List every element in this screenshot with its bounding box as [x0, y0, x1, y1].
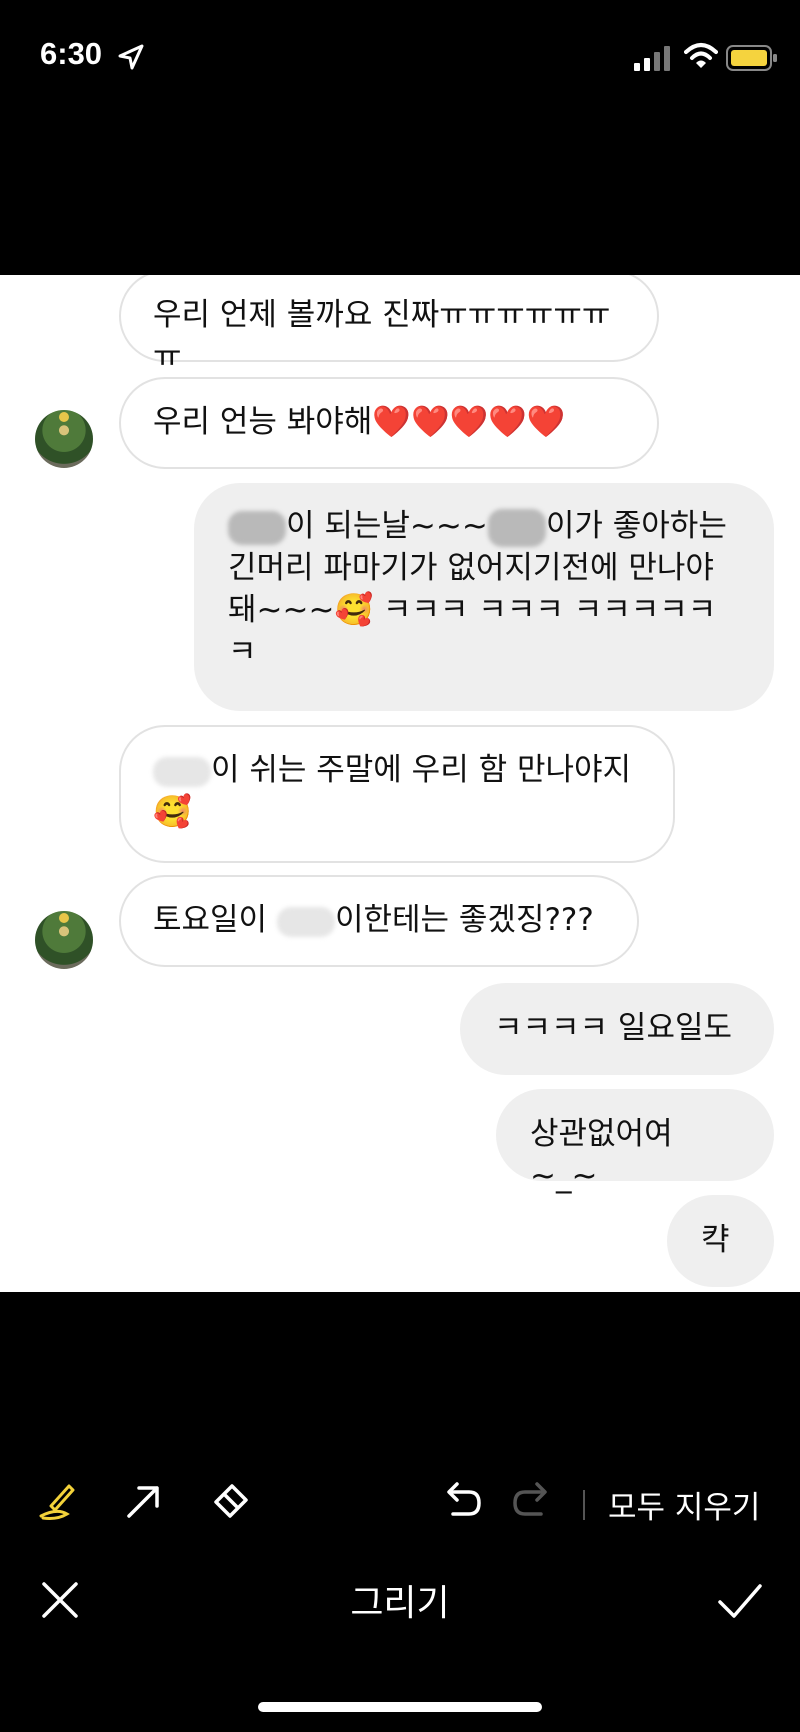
message-line: ㅋ	[228, 634, 257, 670]
avatar	[35, 410, 93, 468]
checkmark-icon[interactable]	[716, 1578, 764, 1622]
redacted-name	[228, 510, 286, 545]
wifi-icon	[684, 43, 718, 68]
redacted-name	[153, 756, 211, 787]
message-text: 캭	[701, 1222, 730, 1258]
message-line: 토요일이 이한테는 좋겠징???	[153, 899, 605, 941]
message-line: 돼~~~🥰 ㅋㅋㅋ ㅋㅋㅋ ㅋㅋㅋㅋㅋ	[228, 592, 717, 628]
message-line: 이 되는날~~~ 이가 좋아하는	[228, 505, 742, 547]
message-bubble: 토요일이 이한테는 좋겠징???	[119, 875, 639, 967]
eraser-tool-button[interactable]	[205, 1470, 255, 1530]
message-bubble: 우리 언제 볼까요 진짜ㅠㅠㅠㅠㅠㅠㅠ	[119, 275, 659, 375]
avatar	[35, 911, 93, 969]
message-text-part: 이 되는날~~~	[286, 508, 488, 544]
eraser-icon	[214, 1484, 248, 1518]
location-arrow-icon	[118, 44, 144, 70]
status-bar: 6:30	[0, 0, 800, 110]
message-text: 상관없어여~_~	[530, 1116, 673, 1194]
message-bubble: ㅋㅋㅋㅋ 일요일도	[460, 983, 774, 1075]
message-bubble: 캭	[667, 1195, 774, 1287]
message-line: 이 쉬는 주말에 우리 함 만나야지	[153, 749, 641, 791]
arrow-icon	[127, 1486, 159, 1518]
pen-tool-button[interactable]	[34, 1470, 84, 1530]
chat-screenshot[interactable]: 우리 언제 볼까요 진짜ㅠㅠㅠㅠㅠㅠㅠ 우리 언능 봐야해❤️❤️❤️❤️❤️ …	[0, 275, 800, 1292]
mode-title: 그리기	[350, 1583, 450, 1624]
cellular-signal-icon	[634, 46, 670, 71]
clear-all-button[interactable]: 모두 지우기	[608, 1482, 760, 1527]
message-line: 긴머리 파마기가 없어지기전에 만나야	[228, 550, 714, 586]
message-line: 🥰	[153, 794, 192, 830]
message-bubble: 이 되는날~~~ 이가 좋아하는 긴머리 파마기가 없어지기전에 만나야 돼~~~…	[194, 483, 774, 711]
message-bubble: 이 쉬는 주말에 우리 함 만나야지 🥰	[119, 725, 675, 863]
redo-icon	[513, 1482, 547, 1516]
message-text: ㅋㅋㅋㅋ 일요일도	[494, 1010, 733, 1046]
redo-button[interactable]	[508, 1470, 558, 1530]
redacted-name	[276, 906, 335, 937]
pen-icon	[39, 1484, 75, 1520]
toolbar-divider	[583, 1490, 585, 1520]
message-text-part: 이한테는 좋겠징???	[334, 902, 594, 938]
home-indicator	[258, 1702, 542, 1712]
message-text-part: 이가 좋아하는	[545, 508, 727, 544]
undo-button[interactable]	[436, 1470, 486, 1530]
status-time: 6:30	[40, 36, 103, 71]
redacted-name	[487, 508, 546, 547]
message-bubble: 우리 언능 봐야해❤️❤️❤️❤️❤️	[119, 377, 659, 469]
arrow-tool-button[interactable]	[118, 1470, 168, 1530]
message-text: 우리 언능 봐야해❤️❤️❤️❤️❤️	[153, 404, 566, 440]
battery-icon	[726, 45, 777, 71]
undo-icon	[447, 1482, 481, 1516]
drawing-toolbar: 모두 지우기	[0, 1470, 800, 1540]
message-text-part: 토요일이	[153, 902, 268, 938]
message-text: 우리 언제 볼까요 진짜ㅠㅠㅠㅠㅠㅠㅠ	[153, 297, 611, 375]
message-bubble: 상관없어여~_~	[496, 1089, 774, 1194]
message-text-part: 이 쉬는 주말에 우리 함 만나야지	[211, 752, 632, 788]
bottom-bar: 그리기	[0, 1568, 800, 1638]
